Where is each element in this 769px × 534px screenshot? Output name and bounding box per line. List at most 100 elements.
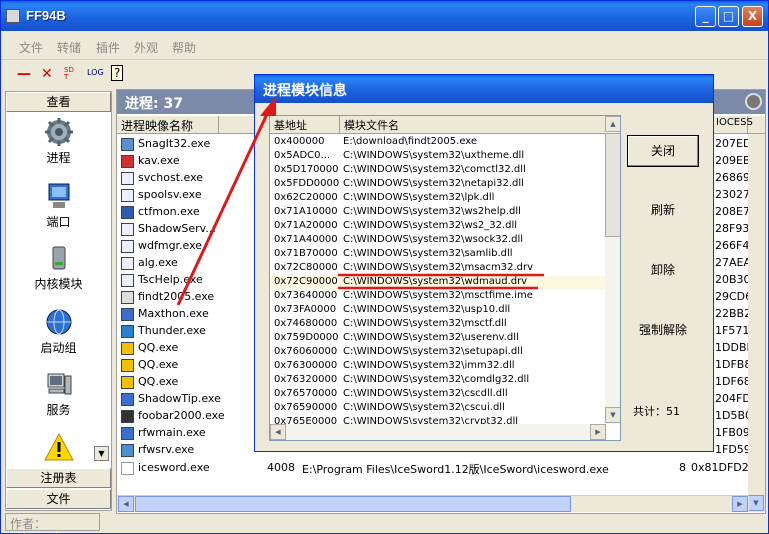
column-header-image-name[interactable]: 进程映像名称: [117, 116, 219, 133]
process-name: ShadowServ...: [138, 222, 216, 235]
left-nav: 查看 进程 端口 内核模块 启动组 服务 ▼ 注册表 文件: [5, 91, 112, 511]
table-row[interactable]: 0x76060000 C:\WINDOWS\system32\setupapi.d…: [270, 346, 607, 360]
process-icon: [121, 274, 134, 287]
process-vertical-scrollbar[interactable]: ▼: [748, 134, 765, 512]
nav-header-file[interactable]: 文件: [6, 489, 111, 509]
process-name: wdfmgr.exe: [138, 239, 203, 252]
minus-icon[interactable]: —: [17, 66, 31, 82]
process-count: 进程: 37: [125, 96, 183, 112]
nav-header-registry[interactable]: 注册表: [6, 468, 111, 488]
table-row[interactable]: 0x72C80000 C:\WINDOWS\system32\msacm32.dr…: [270, 262, 607, 276]
menu-appearance[interactable]: 外观: [134, 39, 158, 56]
module-base-address: 0x5ADC0...: [274, 150, 331, 161]
table-row[interactable]: 0x759D0000 C:\WINDOWS\system32\userenv.dl…: [270, 332, 607, 346]
scroll-left-button[interactable]: ◀: [270, 424, 286, 440]
table-row[interactable]: icesword.exe 4008 E:\Program Files\IceSw…: [117, 460, 749, 477]
nav-item-kernel-module[interactable]: 内核模块: [6, 244, 111, 292]
log-button[interactable]: LOG: [87, 68, 104, 77]
sdt-button[interactable]: SDT: [64, 67, 78, 81]
nav-item-process[interactable]: 进程: [6, 118, 111, 166]
process-pid: 4008: [267, 461, 295, 474]
module-vertical-scrollbar[interactable]: ▲ ▼: [605, 116, 620, 424]
menu-help[interactable]: 帮助: [172, 39, 196, 56]
service-computer-icon: [47, 373, 71, 395]
maximize-button[interactable]: □: [718, 6, 739, 27]
table-row[interactable]: 0x74680000 C:\WINDOWS\system32\msctf.dll: [270, 318, 607, 332]
process-eprocess: 29CD6: [715, 290, 753, 303]
column-header-eprocess[interactable]: IOCESS: [714, 116, 753, 133]
delete-icon[interactable]: ✕: [41, 66, 53, 82]
nav-header-view[interactable]: 查看: [6, 92, 111, 112]
scroll-down-button[interactable]: ▼: [605, 407, 620, 423]
table-row[interactable]: 0x5ADC0... C:\WINDOWS\system32\uxtheme.dl…: [270, 150, 607, 164]
close-dialog-button[interactable]: 关闭: [627, 135, 699, 167]
process-icon: [121, 308, 134, 321]
table-row[interactable]: 0x71A20000 C:\WINDOWS\system32\ws2_32.dll: [270, 220, 607, 234]
scroll-thumb[interactable]: [605, 133, 620, 237]
process-path: E:\Program Files\IceSword1.12版\IceSword\…: [302, 463, 609, 476]
refresh-icon[interactable]: [745, 93, 762, 110]
process-name: foobar2000.exe: [138, 409, 225, 422]
nav-item-service[interactable]: 服务: [6, 370, 111, 418]
process-eprocess: 204FD: [715, 392, 751, 405]
nav-item-label: 服务: [46, 403, 71, 417]
process-eprocess: 22BB2: [715, 307, 752, 320]
unload-button[interactable]: 卸除: [627, 255, 699, 287]
module-base-address: 0x76590000: [274, 402, 338, 413]
module-file-name: C:\WINDOWS\system32\lpk.dll: [343, 192, 495, 203]
menu-plugin[interactable]: 插件: [96, 39, 120, 56]
scroll-down-button[interactable]: ▼: [748, 495, 764, 511]
table-row[interactable]: 0x76570000 C:\WINDOWS\system32\cscdll.dll: [270, 388, 607, 402]
force-unload-button[interactable]: 强制解除: [627, 315, 699, 347]
process-horizontal-scrollbar[interactable]: ◀ ▶: [117, 495, 749, 512]
process-name: SnagIt32.exe: [138, 137, 211, 150]
table-row[interactable]: 0x76320000 C:\WINDOWS\system32\comdlg32.d…: [270, 374, 607, 388]
module-file-name: C:\WINDOWS\system32\cscdll.dll: [343, 388, 508, 399]
scroll-right-button[interactable]: ▶: [590, 424, 606, 440]
module-base-address: 0x62C20000: [274, 192, 338, 203]
scroll-up-button[interactable]: ▲: [605, 116, 620, 132]
module-base-address: 0x71A10000: [274, 206, 338, 217]
process-name: svchost.exe: [138, 171, 204, 184]
dialog-title[interactable]: 进程模块信息: [255, 75, 713, 103]
module-horizontal-scrollbar[interactable]: ◀ ▶: [270, 424, 607, 440]
nav-scroll-down-button[interactable]: ▼: [94, 446, 109, 461]
minimize-button[interactable]: _: [695, 6, 716, 27]
nav-item-port[interactable]: 端口: [6, 182, 111, 230]
title-bar[interactable]: FF94B _ □ X: [1, 1, 768, 31]
nav-item-startup[interactable]: 启动组: [6, 308, 111, 356]
scroll-left-button[interactable]: ◀: [118, 496, 134, 512]
module-file-name: C:\WINDOWS\system32\comctl32.dll: [343, 164, 526, 175]
column-header-module-file[interactable]: 模块文件名: [340, 116, 607, 133]
table-row[interactable]: 0x400000 E:\download\findt2005.exe: [270, 136, 607, 150]
table-row[interactable]: 0x71B70000 C:\WINDOWS\system32\samlib.dll: [270, 248, 607, 262]
table-row[interactable]: 0x62C20000 C:\WINDOWS\system32\lpk.dll: [270, 192, 607, 206]
table-row[interactable]: 0x5D170000 C:\WINDOWS\system32\comctl32.d…: [270, 164, 607, 178]
module-file-name: C:\WINDOWS\system32\ws2help.dll: [343, 206, 521, 217]
table-row[interactable]: 0x76300000 C:\WINDOWS\system32\imm32.dll: [270, 360, 607, 374]
table-row[interactable]: 0x71A40000 C:\WINDOWS\system32\wsock32.dl…: [270, 234, 607, 248]
refresh-button[interactable]: 刷新: [627, 195, 699, 227]
menu-file[interactable]: 文件: [19, 39, 43, 56]
scroll-thumb[interactable]: [135, 496, 571, 512]
process-name: TscHelp.exe: [138, 273, 203, 286]
process-name: ctfmon.exe: [138, 205, 200, 218]
warning-icon[interactable]: [44, 432, 74, 462]
menu-bar: 文件 转储 插件 外观 帮助: [1, 33, 768, 57]
module-file-name: C:\WINDOWS\system32\userenv.dll: [343, 332, 519, 343]
column-header-base-address[interactable]: 基地址: [270, 116, 340, 133]
column-header-blank[interactable]: [219, 116, 257, 133]
help-icon[interactable]: ?: [111, 65, 124, 81]
table-row[interactable]: 0x71A10000 C:\WINDOWS\system32\ws2help.dl…: [270, 206, 607, 220]
process-eprocess: 27AEA: [715, 256, 751, 269]
table-row[interactable]: 0x73640000 C:\WINDOWS\system32\msctfime.i…: [270, 290, 607, 304]
table-row[interactable]: 0x73FA0000 C:\WINDOWS\system32\usp10.dll: [270, 304, 607, 318]
table-row[interactable]: 0x5FDD0000 C:\WINDOWS\system32\netapi32.d…: [270, 178, 607, 192]
table-row[interactable]: 0x72C90000 C:\WINDOWS\system32\wdmaud.drv: [270, 276, 607, 290]
close-button[interactable]: X: [742, 6, 763, 27]
menu-dump[interactable]: 转储: [57, 39, 81, 56]
scroll-right-button[interactable]: ▶: [732, 496, 748, 512]
startup-globe-icon: [46, 309, 71, 335]
table-row[interactable]: 0x76590000 C:\WINDOWS\system32\cscui.dll: [270, 402, 607, 416]
process-name: QQ.exe: [138, 341, 179, 354]
